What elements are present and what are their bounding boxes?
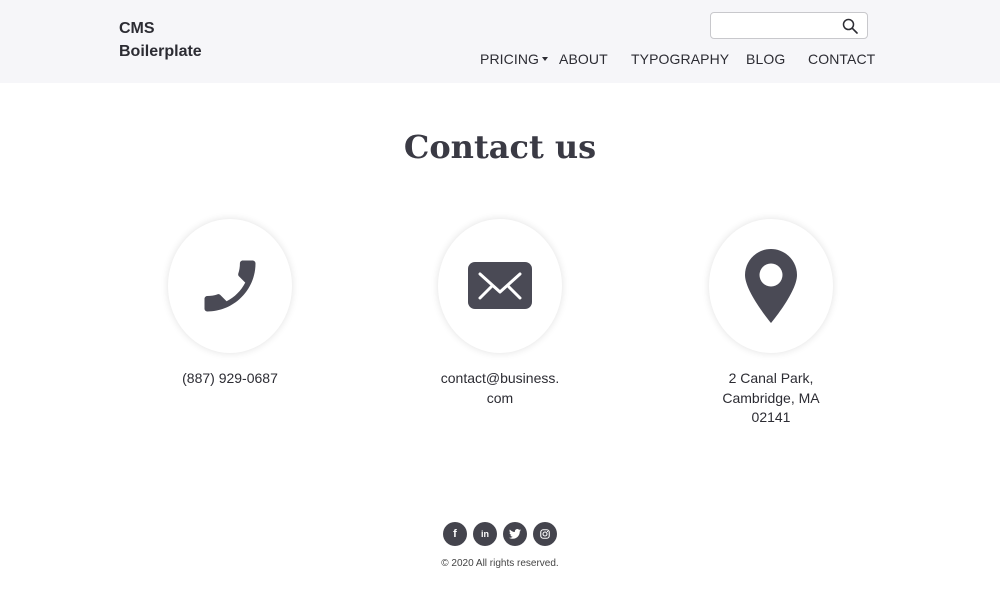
contact-card-phone: (887) 929-0687 — [168, 219, 292, 389]
copyright-text: © 2020 All rights reserved. — [441, 558, 559, 569]
nav-item-typography[interactable]: TYPOGRAPHY — [631, 51, 729, 67]
logo-line-2: Boilerplate — [119, 43, 202, 60]
contact-card-email: contact@business. com — [438, 219, 562, 408]
linkedin-icon[interactable]: in — [473, 522, 497, 546]
address-line-1: 2 Canal Park, — [728, 370, 814, 386]
phone-line-1: (887) 929-0687 — [182, 370, 278, 386]
instagram-icon[interactable] — [533, 522, 557, 546]
nav-item-about[interactable]: ABOUT — [559, 51, 608, 67]
map-pin-icon — [745, 249, 797, 323]
contact-address-text[interactable]: 2 Canal Park, Cambridge, MA 02141 — [709, 369, 833, 428]
instagram-glyph — [540, 529, 550, 539]
nav-item-pricing-label: PRICING — [480, 51, 540, 67]
icon-circle — [438, 219, 562, 353]
site-header: CMS Boilerplate PRICING ABOUT TYPOGRAPHY… — [0, 0, 1000, 83]
icon-circle — [168, 219, 292, 353]
nav-item-pricing[interactable]: PRICING — [480, 51, 549, 67]
email-line-1: contact@business. — [440, 370, 560, 386]
email-line-2: com — [486, 389, 514, 406]
contact-card-address: 2 Canal Park, Cambridge, MA 02141 — [709, 219, 833, 428]
envelope-icon — [468, 262, 532, 309]
address-line-3: 02141 — [751, 409, 791, 425]
nav-item-contact[interactable]: CONTACT — [808, 51, 875, 67]
facebook-icon[interactable]: f — [443, 522, 467, 546]
contact-phone-text[interactable]: (887) 929-0687 — [168, 369, 292, 389]
twitter-bird — [509, 529, 521, 539]
address-line-2: Cambridge, MA — [722, 389, 820, 406]
nav-item-blog[interactable]: BLOG — [746, 51, 785, 67]
facebook-glyph: f — [453, 528, 457, 540]
search-box — [710, 12, 868, 39]
search-input[interactable] — [717, 16, 837, 35]
logo-line-1: CMS — [119, 20, 155, 37]
contact-email-text[interactable]: contact@business. com — [438, 369, 562, 408]
page-title: Contact us — [403, 128, 597, 166]
site-logo[interactable]: CMS Boilerplate — [119, 17, 239, 63]
search-icon[interactable] — [842, 18, 858, 34]
caret-down-icon — [542, 57, 549, 61]
icon-circle — [709, 219, 833, 353]
phone-icon — [204, 260, 256, 312]
twitter-icon[interactable] — [503, 522, 527, 546]
social-links: f in — [443, 522, 558, 546]
linkedin-glyph: in — [481, 529, 489, 539]
